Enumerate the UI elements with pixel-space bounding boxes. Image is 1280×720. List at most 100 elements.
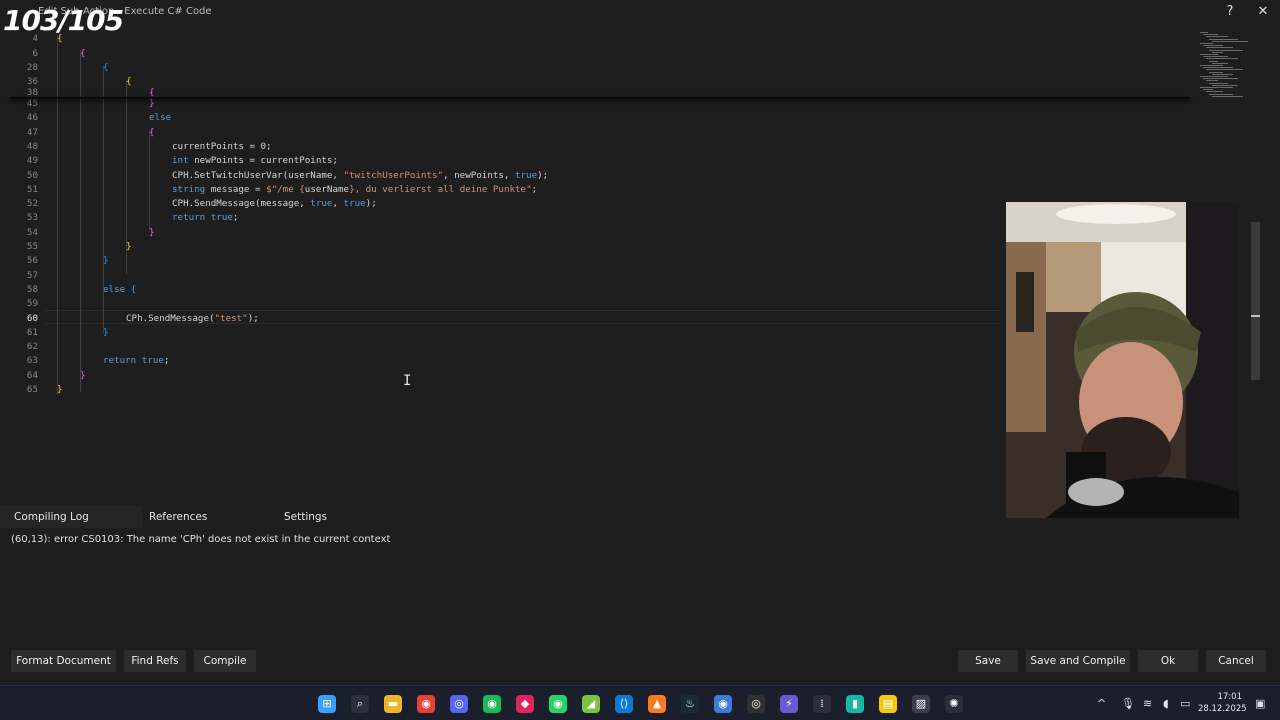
code-line[interactable]: 52 CPH.SendMessage(message, true, true); bbox=[0, 197, 1000, 211]
minimap-line bbox=[1203, 78, 1238, 80]
line-number: 55 bbox=[26, 241, 38, 252]
minimap-line bbox=[1203, 45, 1223, 47]
minimap-line bbox=[1212, 51, 1223, 53]
code-line[interactable]: 46 else bbox=[0, 111, 1000, 125]
discord-icon[interactable]: ◎ bbox=[450, 695, 468, 713]
cancel-button[interactable]: Cancel bbox=[1206, 650, 1266, 672]
sticky-notes-icon[interactable]: ▤ bbox=[879, 695, 897, 713]
indent-guide bbox=[103, 295, 104, 333]
code-line[interactable]: 47{ bbox=[0, 126, 1000, 140]
obs-icon[interactable]: ◎ bbox=[747, 695, 765, 713]
steam-icon[interactable]: ♨ bbox=[681, 695, 699, 713]
save-and-compile-button[interactable]: Save and Compile bbox=[1026, 650, 1130, 672]
clock-time: 17:01 bbox=[1217, 692, 1243, 702]
code-line[interactable]: 63 return true; bbox=[0, 354, 1000, 368]
minimap-line bbox=[1212, 95, 1243, 97]
sticky-code-line[interactable]: 6{ bbox=[0, 47, 1000, 61]
code-line[interactable]: 48 currentPoints = 0; bbox=[0, 140, 1000, 154]
save-button[interactable]: Save bbox=[958, 650, 1018, 672]
teal-app-icon[interactable]: ▮ bbox=[846, 695, 864, 713]
code-token: userName bbox=[304, 183, 350, 195]
windows-start-icon[interactable]: ⊞ bbox=[318, 695, 336, 713]
line-number: 59 bbox=[26, 298, 38, 310]
code-token: true bbox=[141, 355, 164, 367]
code-line[interactable]: 64} bbox=[0, 369, 1000, 383]
line-number: 49 bbox=[26, 155, 38, 167]
minimap-line bbox=[1206, 36, 1228, 38]
taskbar-clock[interactable]: 17:01 28.12.2025 bbox=[1198, 691, 1247, 715]
code-line[interactable]: 50 CPH.SetTwitchUserVar(userName, "twitch… bbox=[0, 169, 1000, 183]
code-token: int bbox=[172, 155, 189, 167]
search-icon[interactable]: ⌕ bbox=[351, 695, 369, 713]
minimap-line bbox=[1200, 65, 1223, 66]
chrome-icon[interactable]: ◉ bbox=[417, 695, 435, 713]
audio-app-icon[interactable]: ⁞ bbox=[813, 695, 831, 713]
code-line[interactable]: 59 bbox=[0, 297, 1000, 311]
minimap-line bbox=[1200, 87, 1233, 88]
spotify-icon[interactable]: ◉ bbox=[483, 695, 501, 713]
line-number: 50 bbox=[26, 169, 38, 181]
code-line[interactable]: 62 bbox=[0, 340, 1000, 354]
code-line[interactable]: 56} bbox=[0, 254, 1000, 268]
green-app-icon[interactable]: ◢ bbox=[582, 695, 600, 713]
tab-references[interactable]: References bbox=[135, 506, 270, 528]
minimap-line bbox=[1209, 93, 1233, 95]
file-explorer-icon[interactable]: ▬ bbox=[384, 695, 402, 713]
code-line[interactable]: 45} bbox=[0, 97, 1000, 111]
volume-icon[interactable]: ◖ bbox=[1163, 697, 1169, 710]
whatsapp-icon[interactable]: ◉ bbox=[549, 695, 567, 713]
sticky-code-line[interactable]: 28{ bbox=[0, 61, 1000, 75]
code-token: true bbox=[310, 198, 333, 210]
orange-app-icon[interactable]: ▲ bbox=[648, 695, 666, 713]
code-line[interactable]: 51 string message = $"/me {userName}, du … bbox=[0, 183, 1000, 197]
clock-date: 28.12.2025 bbox=[1198, 704, 1247, 714]
line-number: 51 bbox=[26, 183, 38, 195]
code-text: CPh.SendMessage("test"); bbox=[126, 312, 259, 326]
code-token: "test" bbox=[214, 312, 248, 324]
code-line[interactable]: 65} bbox=[0, 383, 1000, 397]
code-text: currentPoints = 0; bbox=[172, 140, 272, 154]
code-line[interactable]: 53 return true; bbox=[0, 211, 1000, 225]
code-line[interactable]: 58 else { bbox=[0, 283, 1000, 297]
microphone-icon[interactable]: 🎙 bbox=[1121, 697, 1135, 710]
minimap-line bbox=[1206, 58, 1238, 60]
chatgpt-icon[interactable]: ✺ bbox=[945, 695, 963, 713]
code-line[interactable]: 55} bbox=[0, 240, 1000, 254]
sticky-code-line[interactable]: 4{ bbox=[0, 32, 1000, 46]
code-token: newPoints = currentPoints; bbox=[188, 155, 338, 167]
minimap[interactable] bbox=[1192, 30, 1252, 100]
line-number: 48 bbox=[26, 140, 38, 152]
photo-app-icon[interactable]: ▨ bbox=[912, 695, 930, 713]
code-line[interactable]: 49 int newPoints = currentPoints; bbox=[0, 154, 1000, 168]
code-line[interactable]: 60 CPh.SendMessage("test"); bbox=[0, 312, 1000, 326]
notification-icon[interactable]: ▣ bbox=[1255, 697, 1265, 710]
code-line[interactable]: 57 bbox=[0, 269, 1000, 283]
code-editor[interactable]: 4{6{28{36{38{45} 46 else 47{48 currentPoints… bbox=[0, 30, 1000, 400]
code-text: } bbox=[149, 97, 155, 111]
compile-button[interactable]: Compile bbox=[194, 650, 256, 672]
wifi-icon[interactable]: ≋ bbox=[1143, 697, 1152, 710]
format-document-button[interactable]: Format Document bbox=[11, 650, 116, 672]
indent-guide bbox=[80, 50, 81, 392]
tab-settings[interactable]: Settings bbox=[270, 506, 405, 528]
vertical-scrollbar[interactable] bbox=[1251, 222, 1260, 380]
code-line[interactable]: 54} bbox=[0, 226, 1000, 240]
close-icon[interactable]: ✕ bbox=[1255, 4, 1271, 20]
streamerbot-icon[interactable]: ⚡ bbox=[780, 695, 798, 713]
code-token: , newPoints, bbox=[443, 169, 515, 181]
code-text: CPH.SetTwitchUserVar(userName, "twitchUs… bbox=[172, 169, 548, 183]
help-icon[interactable]: ? bbox=[1222, 4, 1238, 20]
minimap-line bbox=[1200, 43, 1213, 44]
minimap-line bbox=[1209, 60, 1218, 62]
find-refs-button[interactable]: Find Refs bbox=[124, 650, 186, 672]
blue-app-icon[interactable]: ◉ bbox=[714, 695, 732, 713]
code-token: string bbox=[172, 183, 206, 195]
code-line[interactable]: 61} bbox=[0, 326, 1000, 340]
title-bar: Edit Sub-Action - Execute C# Code ? ✕ bbox=[0, 0, 1280, 24]
tray-overflow-icon[interactable]: ^ bbox=[1097, 697, 1106, 710]
vscode-icon[interactable]: ⟨⟩ bbox=[615, 695, 633, 713]
ok-button[interactable]: Ok bbox=[1138, 650, 1198, 672]
battery-icon[interactable]: ▭ bbox=[1180, 697, 1190, 710]
red-app-icon[interactable]: ◆ bbox=[516, 695, 534, 713]
tab-compiling-log[interactable]: Compiling Log bbox=[0, 506, 142, 528]
